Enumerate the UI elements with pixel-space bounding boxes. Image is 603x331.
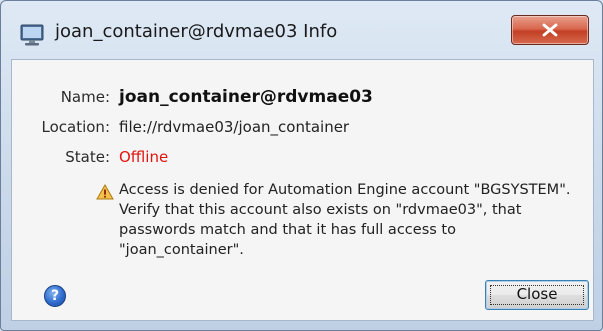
name-value: joan_container@rdvmae03 (119, 87, 373, 107)
monitor-icon (19, 22, 45, 48)
close-x-icon (542, 23, 558, 37)
info-dialog: joan_container@rdvmae03 Info Name: joan_… (0, 0, 603, 331)
close-button[interactable]: Close (485, 280, 589, 310)
state-value: Offline (119, 148, 169, 166)
name-row: Name: joan_container@rdvmae03 (12, 87, 592, 110)
name-label: Name: (60, 88, 110, 106)
dialog-body: Name: joan_container@rdvmae03 Location: … (11, 59, 594, 321)
location-row: Location: file://rdvmae03/joan_container (12, 118, 592, 140)
focus-rect (490, 285, 584, 305)
warning-icon (96, 183, 114, 200)
state-label: State: (65, 148, 110, 166)
close-window-button[interactable] (511, 15, 589, 45)
warning-message: Access is denied for Automation Engine a… (119, 182, 571, 258)
help-icon[interactable]: ? (44, 285, 66, 307)
state-row: State: Offline (12, 148, 592, 170)
window-title: joan_container@rdvmae03 Info (55, 21, 338, 42)
location-value: file://rdvmae03/joan_container (119, 118, 350, 136)
location-label: Location: (41, 118, 111, 136)
